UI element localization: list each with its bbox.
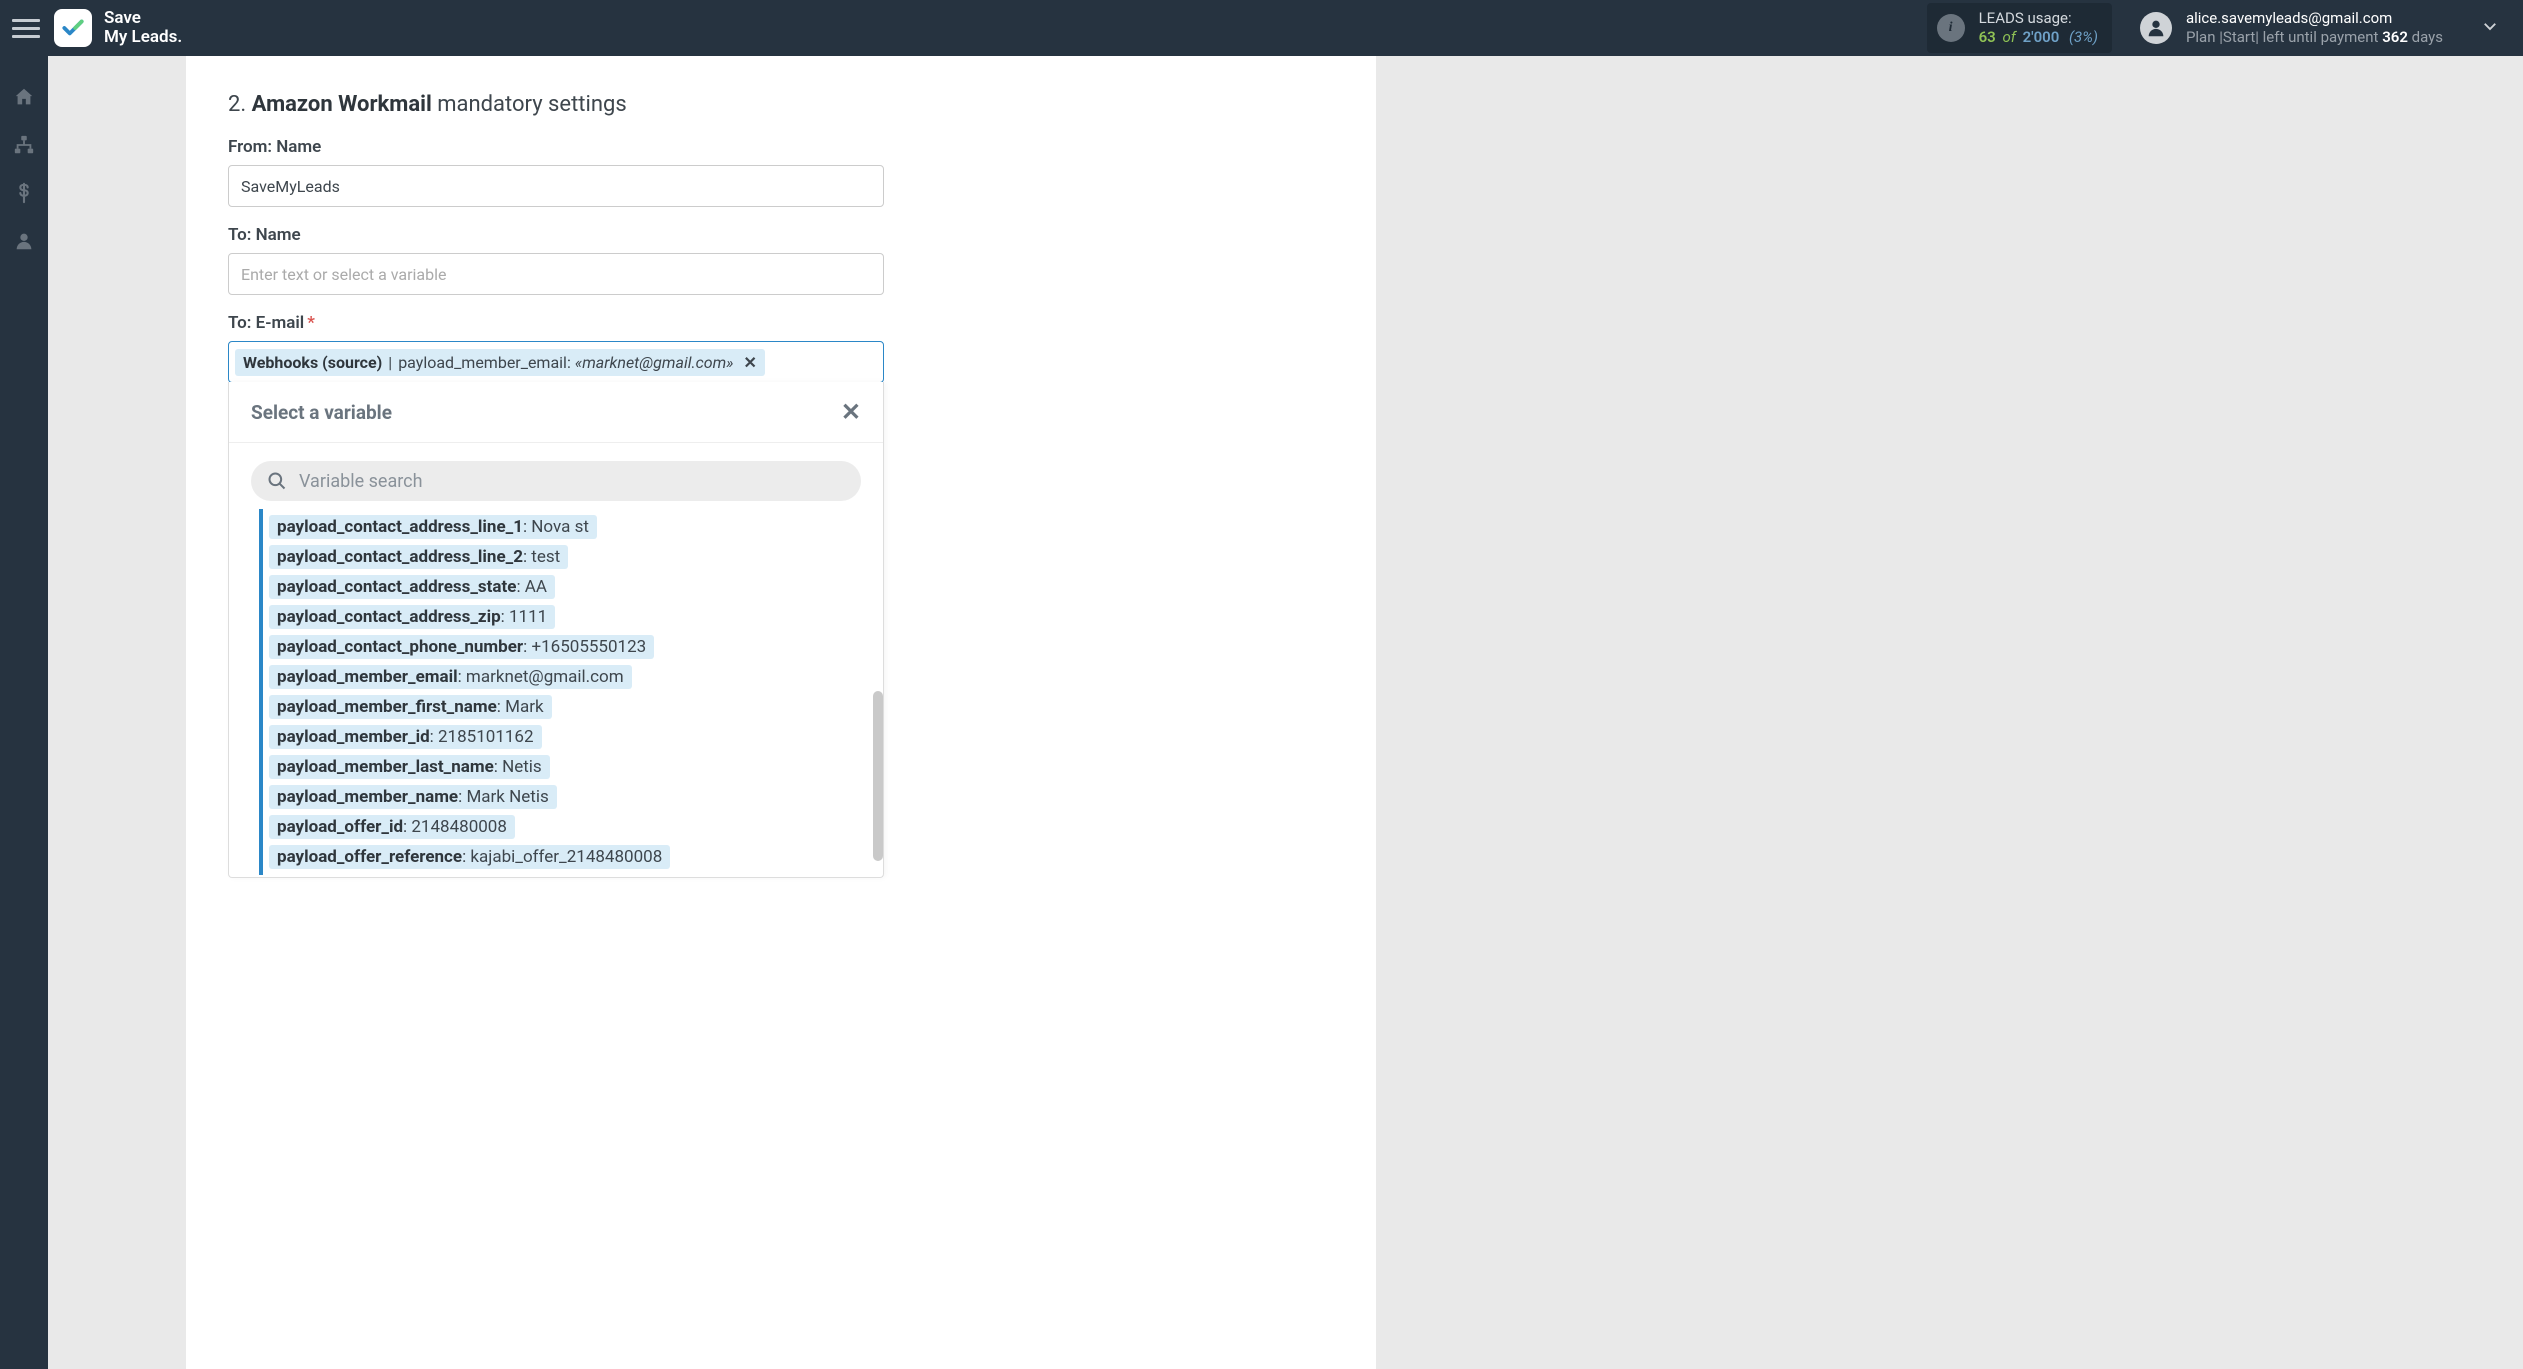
dollar-icon <box>13 182 35 204</box>
chevron-down-icon[interactable] <box>2481 17 2499 39</box>
variable-option[interactable]: payload_member_last_name: Netis <box>269 755 550 779</box>
scrollbar-thumb[interactable] <box>873 691 883 861</box>
variable-list: payload_contact_address_line_1: Nova st p… <box>269 515 873 873</box>
sitemap-icon <box>13 134 35 156</box>
variable-option[interactable]: payload_offer_id: 2148480008 <box>269 815 515 839</box>
from-name-input[interactable] <box>228 165 884 207</box>
dropdown-list-indicator <box>259 509 263 875</box>
close-dropdown-button[interactable]: ✕ <box>841 398 861 426</box>
checkmark-icon <box>60 15 86 41</box>
sidebar-item-billing[interactable] <box>13 182 35 208</box>
section-title: 2. Amazon Workmail mandatory settings <box>228 92 1366 117</box>
variable-option[interactable]: payload_contact_phone_number: +165055501… <box>269 635 654 659</box>
to-name-label: To: Name <box>228 225 884 245</box>
variable-option[interactable]: payload_member_first_name: Mark <box>269 695 552 719</box>
usage-numbers: 63 of 2'000 (3%) <box>1979 28 2098 47</box>
account-menu[interactable]: alice.savemyleads@gmail.com Plan |Start|… <box>2140 9 2443 47</box>
from-name-label: From: Name <box>228 137 884 157</box>
account-plan: Plan |Start| left until payment 362 days <box>2186 28 2443 47</box>
hamburger-menu-button[interactable] <box>12 14 40 42</box>
sidebar-item-account[interactable] <box>13 230 35 256</box>
usage-title: LEADS usage: <box>1979 9 2098 28</box>
search-icon <box>267 471 287 491</box>
user-icon <box>13 230 35 252</box>
to-email-input[interactable]: Webhooks (source) | payload_member_email… <box>228 341 884 383</box>
variable-option[interactable]: payload_offer_reference: kajabi_offer_21… <box>269 845 670 869</box>
remove-tag-button[interactable]: ✕ <box>744 353 757 372</box>
variable-search-input[interactable] <box>299 471 845 492</box>
sidebar-nav <box>0 56 48 1369</box>
sidebar-item-connections[interactable] <box>13 134 35 160</box>
info-icon: i <box>1937 14 1965 42</box>
variable-option[interactable]: payload_contact_address_line_1: Nova st <box>269 515 597 539</box>
brand-name: Save My Leads. <box>104 9 182 46</box>
to-email-label: To: E-mail* <box>228 313 884 333</box>
sidebar-item-home[interactable] <box>13 86 35 112</box>
variable-option[interactable]: payload_contact_address_state: AA <box>269 575 555 599</box>
to-name-input[interactable] <box>228 253 884 295</box>
variable-search-box[interactable] <box>251 461 861 501</box>
brand-logo[interactable] <box>54 9 92 47</box>
variable-tag: Webhooks (source) | payload_member_email… <box>235 349 765 376</box>
account-email: alice.savemyleads@gmail.com <box>2186 9 2443 28</box>
settings-card: 2. Amazon Workmail mandatory settings Fr… <box>186 56 1376 1369</box>
main-content-area: 2. Amazon Workmail mandatory settings Fr… <box>48 56 2523 1369</box>
variable-option[interactable]: payload_contact_address_line_2: test <box>269 545 568 569</box>
home-icon <box>13 86 35 108</box>
variable-option[interactable]: payload_member_name: Mark Netis <box>269 785 557 809</box>
variable-option[interactable]: payload_member_id: 2185101162 <box>269 725 542 749</box>
avatar-icon <box>2140 12 2172 44</box>
app-header: Save My Leads. i LEADS usage: 63 of 2'00… <box>0 0 2523 56</box>
variable-option[interactable]: payload_contact_address_zip: 1111 <box>269 605 555 629</box>
variable-option[interactable]: payload_member_email: marknet@gmail.com <box>269 665 632 689</box>
variable-dropdown: Select a variable ✕ payload_contact_addr… <box>228 382 884 878</box>
dropdown-title: Select a variable <box>251 401 392 424</box>
usage-panel: i LEADS usage: 63 of 2'000 (3%) <box>1927 3 2112 53</box>
